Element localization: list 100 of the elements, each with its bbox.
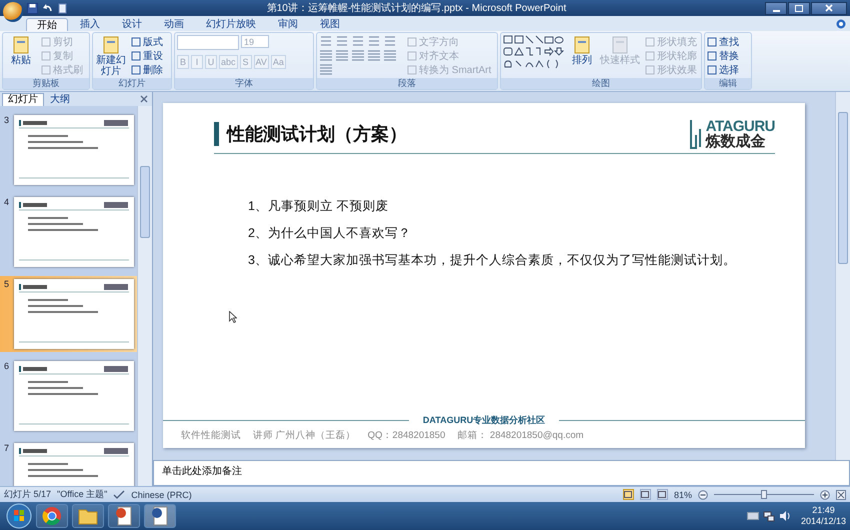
close-icon[interactable] [140,95,148,103]
ribbon-tab[interactable]: 设计 [112,18,152,31]
slide-number: 4 [4,197,10,207]
document-icon [11,35,31,55]
taskbar-app[interactable] [72,504,104,528]
bullet-point: 2、为什么中国人不喜欢写？ [248,225,412,242]
theme-name: "Office 主题" [57,488,108,501]
ribbon-button[interactable]: 重设 [131,49,163,63]
group-label: 剪贴板 [3,78,89,89]
notes-field[interactable]: 单击此处添加备注 [153,460,850,486]
slide-number: 7 [4,443,10,453]
ribbon-button[interactable]: 排列 [569,35,595,77]
zoom-in-icon[interactable] [820,490,830,500]
title-accent-bar [214,122,219,146]
fit-window-icon[interactable] [836,490,846,500]
scrollbar[interactable] [137,106,152,486]
slide-thumbnail-row[interactable]: 6 [0,358,137,434]
document-icon [115,506,133,526]
square-icon [407,65,417,75]
zoom-out-icon[interactable] [698,490,708,500]
square-icon [41,37,51,47]
pane-tab[interactable]: 大纲 [45,93,75,106]
slide-thumbnail-row[interactable]: 7 [0,440,137,486]
slide-thumbnail-drawing[interactable] [14,115,134,185]
keyboard-icon[interactable] [746,512,759,520]
slide-thumbnail-drawing[interactable] [14,361,134,431]
clock-date: 2014/12/13 [800,516,846,527]
square-icon [645,65,655,75]
slide-count: 幻灯片 5/17 [4,488,52,501]
bar-chart-icon [690,119,704,149]
ribbon-tab[interactable]: 幻灯片放映 [196,18,266,31]
view-button[interactable] [622,489,634,500]
undo-icon[interactable] [42,2,53,14]
list-icon[interactable] [319,35,333,47]
language: Chinese (PRC) [131,490,192,500]
scrollbar[interactable] [835,92,850,460]
ribbon-button[interactable]: 选择 [707,63,739,77]
checkmark-icon[interactable] [113,490,126,500]
square-icon [707,65,717,75]
taskbar-app[interactable] [36,504,68,528]
footer-text: 讲师 广州八神（王磊） [253,429,356,442]
zoom-level: 81% [674,490,692,500]
network-icon[interactable] [762,510,775,522]
maximize-button[interactable] [788,2,810,14]
view-button[interactable] [656,489,668,500]
ribbon-tab[interactable]: 开始 [26,18,68,31]
close-button[interactable] [811,2,847,14]
group-label: 绘图 [501,78,701,89]
start-button[interactable] [6,503,32,529]
logo-tagline: 炼数成金 [706,134,767,149]
office-button[interactable] [3,2,23,22]
clock[interactable]: 21:49 2014/12/13 [800,505,846,527]
logo-text: ATAGURU [706,119,775,134]
window-title: 第10讲：运筹帷幄-性能测试计划的编写.pptx - Microsoft PowerPoint [266,2,568,15]
slide-number: 5 [4,279,10,289]
group-label: 字体 [175,78,313,89]
mouse-pointer-icon [229,311,237,323]
minimize-button[interactable] [765,2,787,14]
slide-number: 3 [4,115,10,125]
view-button[interactable] [640,489,651,500]
ribbon-button[interactable]: 查找 [707,35,739,49]
slide-thumbnail-row[interactable]: 4 [0,194,137,270]
taskbar-app[interactable] [108,504,140,528]
ribbon-button[interactable]: 删除 [131,63,163,77]
ribbon-button[interactable]: 新建幻灯片 [95,35,127,77]
list-icon[interactable] [335,35,349,47]
list-icon[interactable] [383,35,397,47]
help-icon[interactable] [836,19,846,29]
shapes-gallery-icon[interactable] [503,35,565,69]
font-name-field[interactable] [177,35,239,50]
slide-title: 性能测试计划（方案） [227,123,408,146]
list-icon[interactable] [367,35,381,47]
zoom-slider-thumb[interactable] [761,490,767,499]
taskbar-app[interactable] [144,504,176,528]
pane-tab[interactable]: 幻灯片 [2,93,44,106]
ribbon-tab[interactable]: 审阅 [268,18,308,31]
speaker-icon[interactable] [778,510,791,522]
slide-thumbnail-row[interactable]: 3 [0,112,137,188]
slide-thumbnail-drawing[interactable] [14,197,134,267]
footer-banner-text: DATAGURU专业数据分析社区 [422,414,546,427]
document-icon [101,35,121,55]
square-icon [707,37,717,47]
document-icon [151,506,169,526]
footer-text: QQ：2848201850 [368,429,446,442]
list-icon[interactable] [351,35,365,47]
save-icon[interactable] [27,2,38,14]
slide-thumbnail-drawing[interactable] [14,279,134,349]
ribbon-tab[interactable]: 动画 [154,18,194,31]
slide-thumbnail-row[interactable]: 5 [0,276,137,352]
ribbon-tab[interactable]: 视图 [310,18,350,31]
footer-text: 软件性能测试 [181,429,241,442]
square-icon [707,51,717,61]
document-icon [610,35,630,55]
ribbon-button[interactable]: 替换 [707,49,739,63]
ribbon-button[interactable]: 版式 [131,35,163,49]
close-icon [825,4,833,12]
ribbon-tab[interactable]: 插入 [70,18,110,31]
clock-time: 21:49 [812,505,835,516]
ribbon-button[interactable]: 粘贴 [5,35,37,77]
square-icon [645,51,655,61]
